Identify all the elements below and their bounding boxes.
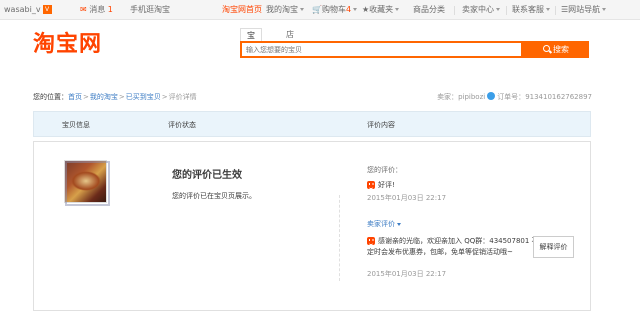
seller-center-label: 卖家中心 [462, 5, 494, 14]
smile-icon [367, 181, 375, 189]
messages-label: 消息 [89, 5, 106, 14]
categories-link[interactable]: 商品分类 [413, 5, 445, 15]
site-topbar: wasabi_v V ✉ 消息 1 手机逛淘宝 淘宝网首页 我的淘宝 🛒购物车4 … [0, 0, 640, 20]
review-row: 您的评价已生效 您的评价已在宝贝页展示。 您的评价： 好评! 2015年01月0… [33, 141, 591, 311]
my-taobao-menu[interactable]: 我的淘宝 [266, 5, 304, 15]
seller-reply-text: 感谢亲的光临，欢迎亲加入 QQ群：434507801 不定时会发布优惠券，包邮，… [367, 237, 539, 256]
seller-label: 卖家： [437, 93, 459, 101]
cart-icon: 🛒 [312, 5, 322, 14]
seller-name[interactable]: pipibozi [458, 93, 485, 101]
username-text: wasabi_v [4, 5, 41, 14]
search-input[interactable] [242, 43, 521, 56]
order-number: 913410162762897 [525, 93, 592, 101]
col-review-status: 评价状态 [168, 121, 196, 129]
breadcrumb-separator: > [83, 93, 89, 101]
cart-count: 4 [345, 5, 352, 14]
table-header: 宝贝信息 评价状态 评价内容 [33, 111, 591, 137]
username-link[interactable]: wasabi_v V [4, 5, 52, 15]
messages-link[interactable]: ✉ 消息 1 [80, 5, 113, 15]
divider [454, 6, 455, 15]
item-thumbnail[interactable] [64, 160, 110, 206]
breadcrumb-my-taobao[interactable]: 我的淘宝 [90, 93, 118, 101]
search-box [240, 41, 523, 58]
order-label: 订单号： [497, 93, 526, 101]
search-button[interactable]: 搜索 [523, 41, 589, 58]
search-icon [543, 45, 550, 52]
vip-badge-icon: V [42, 5, 52, 14]
seller-info: 卖家：pipibozi 订单号：913410162762897 [437, 92, 592, 102]
seller-reply: 感谢亲的光临，欢迎亲加入 QQ群：434507801 不定时会发布优惠券，包邮，… [367, 236, 545, 258]
site-nav-label: 网站导航 [568, 5, 601, 14]
wangwang-chat-icon[interactable] [487, 92, 496, 100]
contact-service-label: 联系客服 [512, 5, 544, 14]
search-button-label: 搜索 [553, 45, 569, 54]
col-review-content: 评价内容 [367, 121, 395, 129]
seller-review-toggle[interactable]: 卖家评价 [367, 219, 401, 229]
contact-service-menu[interactable]: 联系客服 [512, 5, 550, 15]
tab-shop[interactable]: 店铺 [280, 28, 300, 52]
tab-item[interactable]: 宝贝 [240, 28, 262, 53]
col-item-info: 宝贝信息 [62, 121, 90, 129]
review-status-desc: 您的评价已在宝贝页展示。 [172, 192, 256, 200]
mobile-taobao-link[interactable]: 手机逛淘宝 [130, 5, 170, 15]
my-review-rating: 好评! [367, 180, 395, 190]
my-review-label: 您的评价： [367, 166, 402, 174]
breadcrumb-separator: > [161, 93, 168, 101]
divider [506, 6, 507, 15]
chevron-down-icon [353, 8, 358, 11]
smile-icon [367, 237, 375, 245]
favorites-label: 收藏夹 [369, 5, 394, 14]
breadcrumb-bought[interactable]: 已买到宝贝 [126, 93, 161, 101]
messages-count: 1 [107, 5, 113, 14]
favorites-menu[interactable]: ★收藏夹 [362, 5, 400, 15]
breadcrumb-separator: > [118, 93, 125, 101]
cart-link[interactable]: 🛒购物车4 [312, 5, 358, 15]
my-rating-text: 好评! [378, 181, 395, 189]
seller-review-label: 卖家评价 [367, 220, 395, 228]
breadcrumb-current: 评价详情 [168, 93, 197, 101]
explain-review-button[interactable]: 解释评价 [533, 236, 574, 258]
chevron-down-icon [300, 8, 304, 11]
chevron-down-icon [397, 222, 401, 226]
my-review-time: 2015年01月03日 22:17 [367, 194, 447, 202]
chevron-down-icon [546, 8, 550, 11]
divider [339, 195, 340, 281]
taobao-home-link[interactable]: 淘宝网首页 [222, 5, 262, 15]
chevron-down-icon [395, 8, 400, 11]
seller-reply-time: 2015年01月03日 22:17 [367, 270, 447, 278]
taobao-logo[interactable]: 淘宝网 [33, 32, 102, 58]
cart-label: 购物车 [321, 5, 346, 14]
mail-icon: ✉ [80, 5, 87, 14]
review-status-title: 您的评价已生效 [172, 170, 242, 181]
breadcrumb: 您的位置：首页>我的淘宝>已买到宝贝>评价详情 [33, 92, 197, 102]
seller-center-menu[interactable]: 卖家中心 [462, 5, 500, 15]
chevron-down-icon [496, 8, 500, 11]
site-nav-menu[interactable]: ☰网站导航 [561, 5, 607, 15]
breadcrumb-prefix: 您的位置： [33, 93, 68, 101]
my-taobao-label: 我的淘宝 [266, 5, 298, 14]
divider [555, 6, 556, 15]
chevron-down-icon [602, 8, 607, 11]
breadcrumb-home[interactable]: 首页 [68, 93, 82, 101]
